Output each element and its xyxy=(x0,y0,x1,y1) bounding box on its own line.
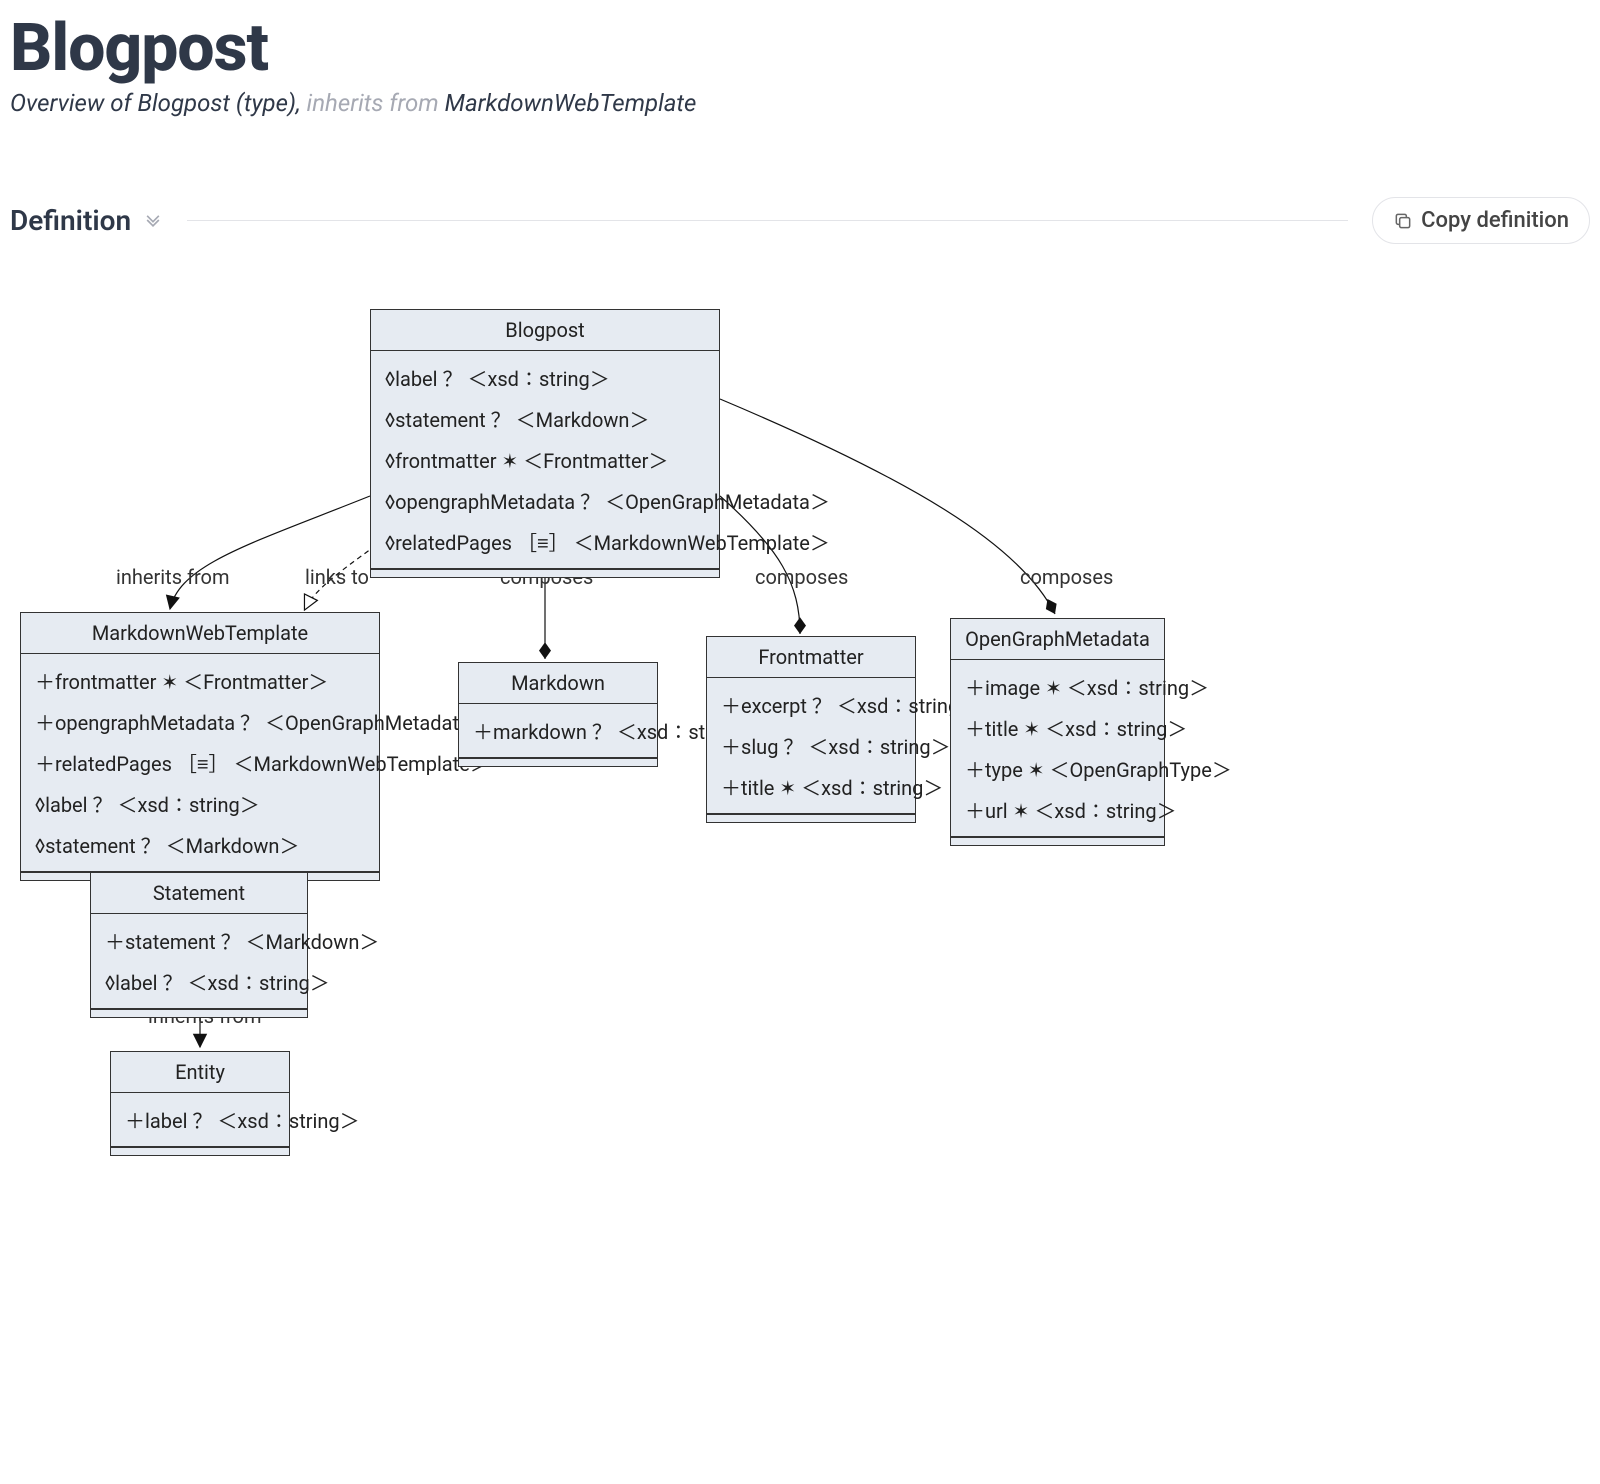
class-attribute: ＋opengraphMetadata ？ ＜OpenGraphMetadata＞ xyxy=(21,701,379,742)
class-node-opengraphmetadata[interactable]: OpenGraphMetadata ＋image ✶ ＜xsd∶string＞ … xyxy=(950,618,1165,846)
class-attribute: ＋excerpt ？ ＜xsd∶string＞ xyxy=(707,684,915,725)
page-subtitle: Overview of Blogpost (type), inherits fr… xyxy=(10,89,1590,117)
class-title: Entity xyxy=(111,1052,289,1093)
class-attribute: ◊label ？ ＜xsd∶string＞ xyxy=(21,783,379,824)
class-node-statement[interactable]: Statement ＋statement ？ ＜Markdown＞ ◊label… xyxy=(90,872,308,1018)
subtitle-prefix: Overview of Blogpost (type), xyxy=(10,89,301,117)
copy-definition-button[interactable]: Copy definition xyxy=(1372,197,1590,244)
section-divider xyxy=(187,220,1348,221)
edge-label-composes: composes xyxy=(1020,565,1113,589)
class-node-markdownwebtemplate[interactable]: MarkdownWebTemplate ＋frontmatter ✶ ＜Fron… xyxy=(20,612,380,881)
class-title: OpenGraphMetadata xyxy=(951,619,1164,660)
class-title: MarkdownWebTemplate xyxy=(21,613,379,654)
class-attribute: ◊statement ？ ＜Markdown＞ xyxy=(21,824,379,865)
class-attribute: ◊statement ？ ＜Markdown＞ xyxy=(371,398,719,439)
class-title: Frontmatter xyxy=(707,637,915,678)
class-attribute: ＋label ？ ＜xsd∶string＞ xyxy=(111,1099,289,1140)
subtitle-parent-type: MarkdownWebTemplate xyxy=(445,89,697,117)
copy-icon xyxy=(1393,211,1413,231)
edge-label-composes: composes xyxy=(755,565,848,589)
class-diagram: inherits from links to composes composes… xyxy=(10,284,1590,1444)
class-attribute: ◊opengraphMetadata ？ ＜OpenGraphMetadata＞ xyxy=(371,480,719,521)
copy-definition-label: Copy definition xyxy=(1421,208,1569,233)
class-attribute: ＋statement ？ ＜Markdown＞ xyxy=(91,920,307,961)
class-attribute: ◊label ？ ＜xsd∶string＞ xyxy=(91,961,307,1002)
class-attribute: ＋markdown ？ ＜xsd∶string＞ xyxy=(459,710,657,751)
class-title: Markdown xyxy=(459,663,657,704)
class-attribute: ◊frontmatter ✶ ＜Frontmatter＞ xyxy=(371,439,719,480)
class-attribute: ＋slug ？ ＜xsd∶string＞ xyxy=(707,725,915,766)
edge-label-links-to: links to xyxy=(305,565,369,589)
class-attribute: ＋title ✶ ＜xsd∶string＞ xyxy=(951,707,1164,748)
class-node-frontmatter[interactable]: Frontmatter ＋excerpt ？ ＜xsd∶string＞ ＋slu… xyxy=(706,636,916,823)
class-attribute: ◊relatedPages ［≡］ ＜MarkdownWebTemplate＞ xyxy=(371,521,719,562)
edge-label-inherits-from: inherits from xyxy=(116,565,229,589)
class-attribute: ＋title ✶ ＜xsd∶string＞ xyxy=(707,766,915,807)
page-title: Blogpost xyxy=(10,10,1590,87)
class-title: Blogpost xyxy=(371,310,719,351)
class-attribute: ＋frontmatter ✶ ＜Frontmatter＞ xyxy=(21,660,379,701)
class-attribute: ＋relatedPages ［≡］ ＜MarkdownWebTemplate＞ xyxy=(21,742,379,783)
class-node-markdown[interactable]: Markdown ＋markdown ？ ＜xsd∶string＞ xyxy=(458,662,658,767)
class-attribute: ＋type ✶ ＜OpenGraphType＞ xyxy=(951,748,1164,789)
class-attribute: ＋url ✶ ＜xsd∶string＞ xyxy=(951,789,1164,830)
class-node-entity[interactable]: Entity ＋label ？ ＜xsd∶string＞ xyxy=(110,1051,290,1156)
class-attribute: ＋image ✶ ＜xsd∶string＞ xyxy=(951,666,1164,707)
class-node-blogpost[interactable]: Blogpost ◊label ？ ＜xsd∶string＞ ◊statemen… xyxy=(370,309,720,578)
class-title: Statement xyxy=(91,873,307,914)
class-attribute: ◊label ？ ＜xsd∶string＞ xyxy=(371,357,719,398)
subtitle-inherits-from: inherits from xyxy=(307,89,439,117)
chevron-down-icon[interactable] xyxy=(143,205,163,237)
section-title: Definition xyxy=(10,204,131,237)
